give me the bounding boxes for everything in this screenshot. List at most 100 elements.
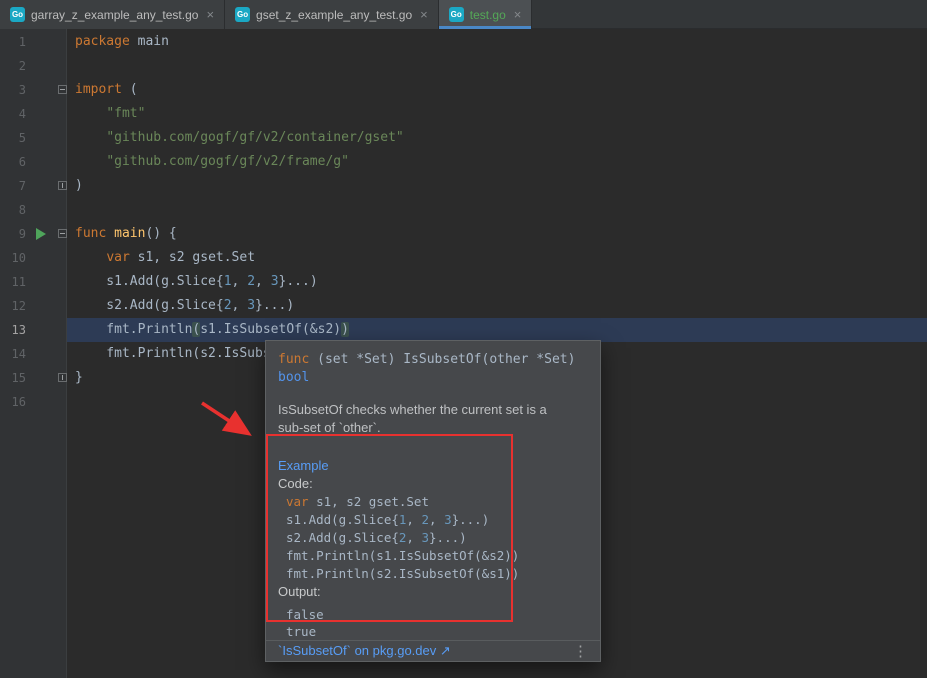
example-code-line: fmt.Println(s2.IsSubsetOf(&s1)) xyxy=(286,565,588,583)
code-line[interactable]: s1.Add(g.Slice{1, 2, 3}...) xyxy=(67,270,927,294)
tab-close-icon[interactable]: × xyxy=(514,7,522,22)
line-number: 10 xyxy=(0,246,26,270)
code-token: , xyxy=(232,274,248,289)
code-token: }...) xyxy=(279,274,318,289)
go-file-icon: Go xyxy=(235,7,250,22)
line-number: 13 xyxy=(0,318,26,342)
fold-marker-start[interactable] xyxy=(58,229,67,238)
code-token: 1 xyxy=(224,274,232,289)
code-line[interactable]: fmt.Println(s1.IsSubsetOf(&s2)) xyxy=(67,318,927,342)
editor-tab-bar: Go garray_z_example_any_test.go × Go gset_z_… xyxy=(0,0,927,29)
code-token: ) xyxy=(75,178,83,193)
code-line[interactable]: var s1, s2 gset.Set xyxy=(67,246,927,270)
code-line[interactable]: s2.Add(g.Slice{2, 3}...) xyxy=(67,294,927,318)
code-token xyxy=(75,250,106,265)
code-line[interactable]: "fmt" xyxy=(67,102,927,126)
code-token: 2 xyxy=(421,512,429,527)
code-token: 3 xyxy=(247,298,255,313)
code-token: main xyxy=(130,34,169,49)
tab-close-icon[interactable]: × xyxy=(420,7,428,22)
code-token: 2 xyxy=(247,274,255,289)
tab-label: garray_z_example_any_test.go xyxy=(31,8,198,22)
code-token: "github.com/gogf/gf/v2/frame/g" xyxy=(106,154,349,169)
tab-close-icon[interactable]: × xyxy=(206,7,214,22)
go-file-icon: Go xyxy=(449,7,464,22)
ide-window: Go garray_z_example_any_test.go × Go gset_z_… xyxy=(0,0,927,678)
code-line[interactable]: import ( xyxy=(67,78,927,102)
example-output: falsetrue xyxy=(278,606,588,640)
doc-description-line: IsSubsetOf checks whether the current se… xyxy=(278,401,588,419)
line-number: 8 xyxy=(0,198,26,222)
code-token: fmt.Println xyxy=(75,322,192,337)
code-token xyxy=(75,130,106,145)
code-token: , xyxy=(232,298,248,313)
fold-marker-end[interactable] xyxy=(58,181,67,190)
code-token: s1.IsSubsetOf(&s2) xyxy=(200,322,341,337)
code-token: fmt.Println(s2.IsSubsetOf(&s1)) xyxy=(286,566,519,581)
code-line[interactable]: "github.com/gogf/gf/v2/container/gset" xyxy=(67,126,927,150)
pkg-go-dev-link[interactable]: `IsSubsetOf` on pkg.go.dev ↗ xyxy=(278,643,451,659)
line-number: 14 xyxy=(0,342,26,366)
code-line[interactable] xyxy=(67,198,927,222)
code-token: bool xyxy=(278,370,309,385)
code-token: import xyxy=(75,82,122,97)
code-line[interactable]: package main xyxy=(67,30,927,54)
code-token: (set *Set) IsSubsetOf(other *Set) xyxy=(309,352,575,367)
code-token: , xyxy=(406,530,421,545)
code-token: package xyxy=(75,34,130,49)
code-token: }...) xyxy=(429,530,467,545)
line-number: 5 xyxy=(0,126,26,150)
line-number: 16 xyxy=(0,390,26,414)
example-code-label: Code: xyxy=(278,475,588,493)
run-button-icon[interactable] xyxy=(36,228,46,240)
editor-tab[interactable]: Go gset_z_example_any_test.go × xyxy=(225,0,439,29)
code-token: "github.com/gogf/gf/v2/container/gset" xyxy=(106,130,403,145)
code-token: "fmt" xyxy=(106,106,145,121)
example-output-label: Output: xyxy=(278,583,588,601)
code-line[interactable]: func main() { xyxy=(67,222,927,246)
code-token: , xyxy=(406,512,421,527)
example-link[interactable]: Example xyxy=(278,458,329,473)
code-token: var xyxy=(106,250,129,265)
tab-label: gset_z_example_any_test.go xyxy=(256,8,412,22)
code-token: 3 xyxy=(271,274,279,289)
code-token: ) xyxy=(341,322,349,337)
doc-signature: func (set *Set) IsSubsetOf(other *Set) b… xyxy=(266,341,600,387)
example-code-line: s1.Add(g.Slice{1, 2, 3}...) xyxy=(286,511,588,529)
doc-description-line: sub-set of `other`. xyxy=(278,419,588,437)
code-token: s1.Add(g.Slice{ xyxy=(286,512,399,527)
line-number: 1 xyxy=(0,30,26,54)
code-token: s2.Add(g.Slice{ xyxy=(75,298,224,313)
fold-marker-end[interactable] xyxy=(58,373,67,382)
example-code: var s1, s2 gset.Sets1.Add(g.Slice{1, 2, … xyxy=(278,493,588,583)
code-token: } xyxy=(75,370,83,385)
line-number: 4 xyxy=(0,102,26,126)
code-token: 3 xyxy=(421,530,429,545)
code-token: 3 xyxy=(444,512,452,527)
code-line[interactable] xyxy=(67,54,927,78)
code-token: func xyxy=(278,352,309,367)
doc-popup-footer: `IsSubsetOf` on pkg.go.dev ↗ ⋮ xyxy=(266,640,600,661)
example-code-line: var s1, s2 gset.Set xyxy=(286,493,588,511)
code-token: }...) xyxy=(255,298,294,313)
line-number: 11 xyxy=(0,270,26,294)
editor-tab-active[interactable]: Gotest.go× xyxy=(439,0,533,29)
line-number: 9 xyxy=(0,222,26,246)
more-options-icon[interactable]: ⋮ xyxy=(573,642,588,660)
code-token: }...) xyxy=(452,512,490,527)
code-token: s1, s2 gset.Set xyxy=(309,494,429,509)
code-token: , xyxy=(255,274,271,289)
line-number: 6 xyxy=(0,150,26,174)
doc-description: IsSubsetOf checks whether the current se… xyxy=(266,387,600,437)
fold-marker-start[interactable] xyxy=(58,85,67,94)
code-token: var xyxy=(286,494,309,509)
go-file-icon: Go xyxy=(10,7,25,22)
code-token: () { xyxy=(145,226,176,241)
example-code-line: s2.Add(g.Slice{2, 3}...) xyxy=(286,529,588,547)
code-token xyxy=(75,106,106,121)
line-number: 7 xyxy=(0,174,26,198)
line-number: 3 xyxy=(0,78,26,102)
editor-tab[interactable]: Go garray_z_example_any_test.go × xyxy=(0,0,225,29)
code-line[interactable]: ) xyxy=(67,174,927,198)
code-line[interactable]: "github.com/gogf/gf/v2/frame/g" xyxy=(67,150,927,174)
